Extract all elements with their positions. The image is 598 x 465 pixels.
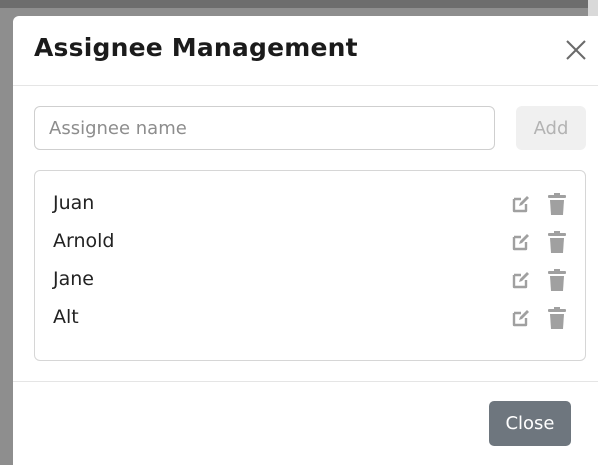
list-item: Jane <box>35 261 585 299</box>
assignee-name: Arnold <box>53 230 115 252</box>
assignee-name-input[interactable] <box>34 106 495 150</box>
close-button[interactable]: Close <box>489 401 571 446</box>
trash-icon[interactable] <box>548 231 566 253</box>
list-item: Arnold <box>35 223 585 261</box>
modal-footer: Close <box>13 381 598 465</box>
list-item: Alt <box>35 299 585 337</box>
edit-icon[interactable] <box>511 232 531 252</box>
modal-title: Assignee Management <box>34 33 358 62</box>
assignee-name: Jane <box>53 268 94 290</box>
edit-icon[interactable] <box>511 270 531 290</box>
add-button[interactable]: Add <box>516 106 586 150</box>
assignee-name: Juan <box>53 192 95 214</box>
modal-header: Assignee Management <box>13 16 598 86</box>
trash-icon[interactable] <box>548 193 566 215</box>
modal-body: Add Juan Arnold <box>13 86 598 381</box>
backdrop-topbar <box>0 0 598 8</box>
close-icon[interactable] <box>564 38 588 62</box>
trash-icon[interactable] <box>548 307 566 329</box>
edit-icon[interactable] <box>511 194 531 214</box>
assignee-list: Juan Arnold Jane Alt <box>34 170 586 361</box>
assignee-modal: Assignee Management Add Juan <box>13 16 598 465</box>
trash-icon[interactable] <box>548 269 566 291</box>
list-item: Juan <box>35 185 585 223</box>
assignee-name: Alt <box>53 306 79 328</box>
edit-icon[interactable] <box>511 308 531 328</box>
